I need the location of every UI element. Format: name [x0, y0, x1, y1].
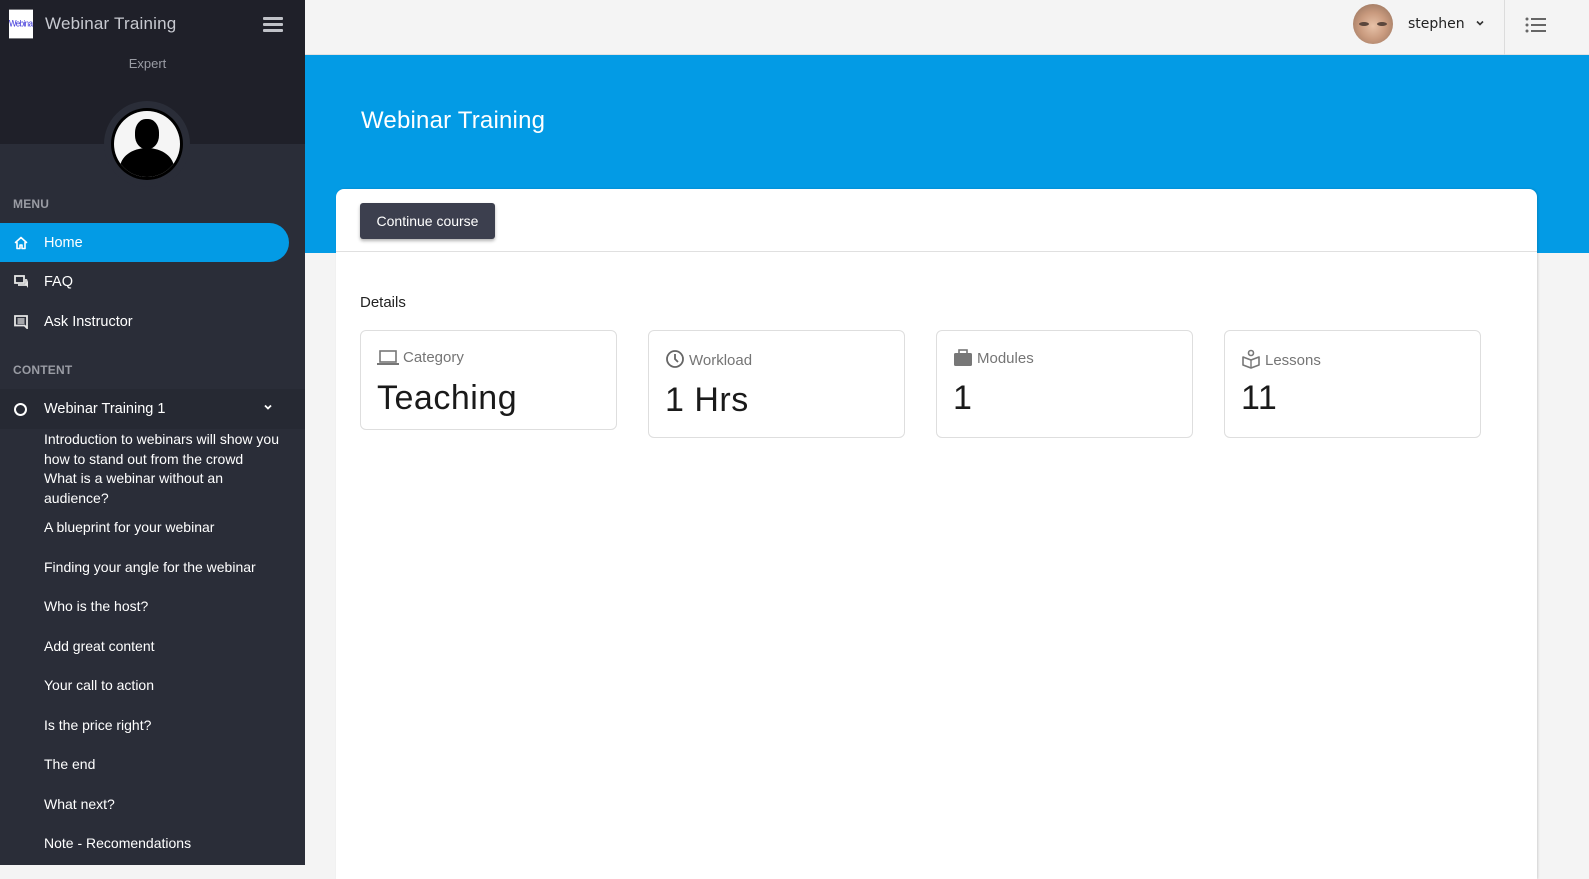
module-label: Webinar Training 1	[44, 401, 166, 417]
lesson-item[interactable]: What next?	[44, 794, 289, 814]
brand-logo: Webinar	[9, 9, 33, 39]
stat-card-modules: Modules 1	[936, 330, 1193, 438]
divider	[1504, 0, 1505, 55]
stat-value: Teaching	[377, 379, 518, 417]
lesson-item[interactable]: Your call to action	[44, 675, 289, 695]
stat-header: Lessons	[1241, 349, 1321, 369]
stat-card-workload: Workload 1 Hrs	[648, 330, 905, 438]
clock-icon	[666, 350, 684, 368]
lesson-item[interactable]: What is a webinar without an audience?	[44, 468, 289, 508]
sidebar-item-label: Ask Instructor	[44, 313, 133, 330]
top-bar: stephen	[305, 0, 1589, 55]
menu-toggle-icon[interactable]	[263, 17, 283, 32]
progress-circle-icon	[14, 402, 27, 416]
menu-section-label: MENU	[13, 197, 50, 211]
sidebar-item-faq[interactable]: FAQ	[0, 262, 289, 301]
stat-value: 11	[1241, 379, 1278, 417]
details-heading: Details	[360, 294, 406, 311]
lesson-item[interactable]: Note - Recomendations	[44, 833, 289, 853]
lesson-item[interactable]: Finding your angle for the webinar	[44, 557, 289, 577]
stat-label: Lessons	[1265, 352, 1321, 369]
chevron-down-icon[interactable]	[1474, 18, 1486, 28]
list-icon[interactable]	[1525, 16, 1547, 34]
lesson-item[interactable]: Is the price right?	[44, 715, 289, 735]
stat-header: Category	[377, 349, 464, 366]
briefcase-icon	[954, 349, 972, 366]
message-icon	[13, 314, 29, 330]
lesson-item[interactable]: The end	[44, 754, 289, 774]
sidebar-item-label: Home	[44, 234, 83, 251]
home-icon	[13, 235, 29, 251]
forum-icon	[13, 274, 29, 290]
profile-avatar[interactable]	[111, 108, 183, 180]
username[interactable]: stephen	[1408, 16, 1465, 32]
stat-value: 1	[953, 379, 973, 417]
user-silhouette-icon	[114, 111, 180, 177]
user-avatar[interactable]	[1353, 4, 1393, 44]
stat-header: Workload	[665, 349, 752, 369]
lesson-item[interactable]: Who is the host?	[44, 596, 289, 616]
stat-label: Category	[403, 349, 464, 366]
content-section-label: CONTENT	[13, 363, 73, 377]
module-webinar-training-1[interactable]: Webinar Training 1	[0, 389, 305, 429]
reader-icon	[1242, 349, 1260, 369]
continue-course-button[interactable]: Continue course	[360, 203, 495, 239]
course-card: Continue course Details Category Teachin…	[336, 189, 1537, 879]
stat-header: Modules	[953, 349, 1034, 367]
chevron-down-icon[interactable]	[263, 402, 273, 412]
brand-title: Webinar Training	[45, 14, 177, 33]
lesson-item[interactable]: Add great content	[44, 636, 289, 656]
stat-value: 1 Hrs	[665, 381, 749, 419]
stat-label: Modules	[977, 350, 1034, 367]
page-title: Webinar Training	[361, 107, 546, 134]
sidebar: Webinar Webinar Training Expert MENU Hom…	[0, 0, 305, 865]
stat-card-lessons: Lessons 11	[1224, 330, 1481, 438]
sidebar-item-label: FAQ	[44, 273, 74, 290]
lesson-item[interactable]: Introduction to webinars will show you h…	[44, 429, 289, 469]
lesson-item[interactable]: A blueprint for your webinar	[44, 517, 289, 537]
stat-label: Workload	[689, 352, 753, 369]
sidebar-item-ask-instructor[interactable]: Ask Instructor	[0, 302, 289, 341]
sidebar-item-home[interactable]: Home	[0, 223, 289, 262]
card-header: Continue course	[336, 189, 1537, 252]
laptop-icon	[377, 350, 399, 365]
stat-card-category: Category Teaching	[360, 330, 617, 430]
brand[interactable]: Webinar Webinar Training	[9, 9, 177, 39]
user-role: Expert	[128, 56, 167, 71]
